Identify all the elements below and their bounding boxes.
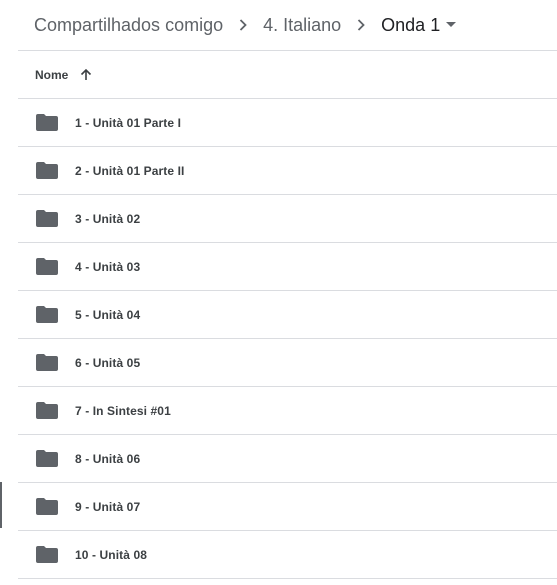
folder-icon	[36, 354, 58, 372]
list-item[interactable]: 7 - In Sintesi #01	[18, 387, 557, 435]
breadcrumb-item-shared[interactable]: Compartilhados comigo	[34, 15, 223, 36]
file-name: 4 - Unità 03	[75, 259, 141, 274]
breadcrumb: Compartilhados comigo 4. Italiano Onda 1	[34, 0, 457, 50]
list-item[interactable]: 10 - Unità 08	[18, 531, 557, 579]
file-name: 3 - Unità 02	[75, 211, 141, 226]
file-name: 2 - Unità 01 Parte II	[75, 163, 185, 178]
arrow-up-icon[interactable]	[80, 68, 92, 81]
breadcrumb-item-italiano[interactable]: 4. Italiano	[263, 15, 341, 36]
drive-file-browser: Compartilhados comigo 4. Italiano Onda 1…	[0, 0, 557, 585]
breadcrumb-current-folder[interactable]: Onda 1	[381, 15, 440, 36]
list-item[interactable]: 6 - Unità 05	[18, 339, 557, 387]
list-item[interactable]: 5 - Unità 04	[18, 291, 557, 339]
file-name: 8 - Unità 06	[75, 451, 141, 466]
list-item[interactable]: 8 - Unità 06	[18, 435, 557, 483]
list-item[interactable]: 1 - Unità 01 Parte I	[18, 99, 557, 147]
folder-icon	[36, 402, 58, 420]
chevron-right-icon	[223, 19, 263, 31]
file-name: 5 - Unità 04	[75, 307, 141, 322]
list-item[interactable]: 2 - Unità 01 Parte II	[18, 147, 557, 195]
name-column-header[interactable]: Nome	[35, 68, 68, 82]
list-item[interactable]: 3 - Unità 02	[18, 195, 557, 243]
file-name: 9 - Unità 07	[75, 499, 141, 514]
folder-icon	[36, 114, 58, 132]
caret-down-icon[interactable]	[446, 22, 457, 28]
scroll-indicator	[0, 482, 2, 528]
folder-icon	[36, 210, 58, 228]
folder-icon	[36, 498, 58, 516]
folder-icon	[36, 450, 58, 468]
file-name: 10 - Unità 08	[75, 547, 147, 562]
chevron-right-icon	[341, 19, 381, 31]
list-item[interactable]: 4 - Unità 03	[18, 243, 557, 291]
list-item[interactable]: 9 - Unità 07	[18, 483, 557, 531]
file-name: 6 - Unità 05	[75, 355, 141, 370]
file-list: 1 - Unità 01 Parte I 2 - Unità 01 Parte I…	[18, 99, 557, 579]
folder-icon	[36, 162, 58, 180]
folder-icon	[36, 258, 58, 276]
folder-icon	[36, 306, 58, 324]
file-name: 7 - In Sintesi #01	[75, 403, 171, 418]
file-name: 1 - Unità 01 Parte I	[75, 115, 182, 130]
column-header: Nome	[18, 51, 557, 99]
folder-icon	[36, 546, 58, 564]
